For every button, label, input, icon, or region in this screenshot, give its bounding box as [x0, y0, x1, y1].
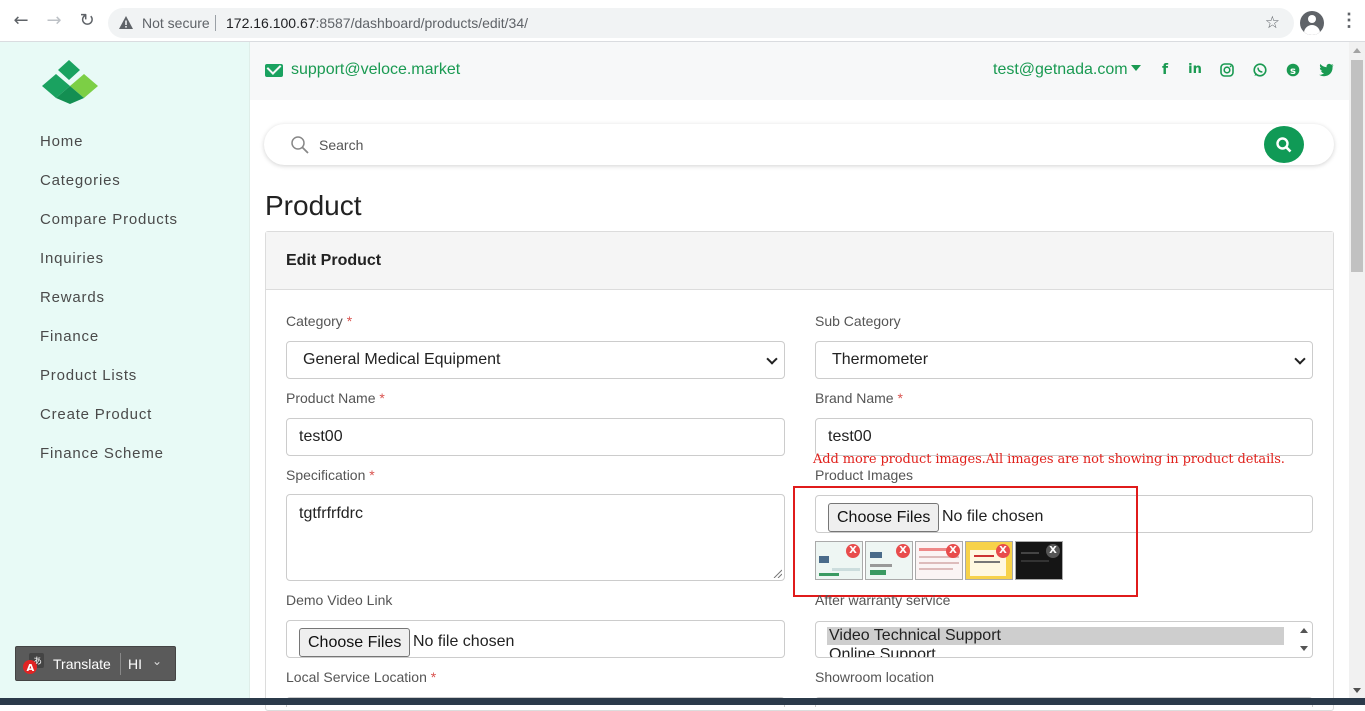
back-icon[interactable]: ← — [11, 11, 31, 31]
search-icon — [291, 136, 309, 154]
after-warranty-listbox[interactable]: Video Technical Support Online Support — [815, 621, 1313, 658]
profile-icon[interactable] — [1300, 11, 1324, 35]
sidebar-item-product-lists[interactable]: Product Lists — [40, 367, 178, 406]
search-button[interactable] — [1264, 126, 1304, 163]
subcategory-label: Sub Category — [815, 313, 901, 329]
bookmark-star-icon[interactable]: ☆ — [1265, 13, 1280, 33]
url-divider — [215, 15, 216, 31]
url-text: 172.16.100.67:8587/dashboard/products/ed… — [226, 15, 528, 31]
browser-toolbar: ← → ↻ Not secure 172.16.100.67:8587/dash… — [0, 0, 1365, 42]
logo[interactable] — [42, 60, 100, 104]
annotation-highlight-box — [793, 486, 1138, 597]
twitter-icon[interactable] — [1319, 63, 1334, 77]
scroll-down-icon[interactable] — [1300, 646, 1308, 651]
sidebar-item-create-product[interactable]: Create Product — [40, 406, 178, 445]
after-warranty-label: After warranty service — [815, 592, 951, 608]
sidebar-item-compare-products[interactable]: Compare Products — [40, 211, 178, 250]
forward-icon[interactable]: → — [44, 11, 64, 31]
showroom-label: Showroom location — [815, 669, 935, 685]
sidebar-item-home[interactable]: Home — [40, 133, 178, 172]
product-name-label: Product Name * — [286, 390, 385, 406]
scroll-up-icon[interactable] — [1353, 48, 1361, 53]
category-value: General Medical Equipment — [303, 351, 501, 368]
category-select[interactable]: General Medical Equipment — [286, 341, 785, 379]
sidebar-item-finance[interactable]: Finance — [40, 328, 178, 367]
instagram-icon[interactable] — [1220, 63, 1234, 77]
page-scrollbar[interactable] — [1349, 42, 1365, 705]
warning-icon — [119, 16, 133, 29]
chevron-down-icon — [766, 353, 778, 365]
svg-text:s: s — [1290, 66, 1296, 77]
url-host: 172.16.100.67 — [226, 15, 316, 31]
linkedin-icon[interactable]: in — [1186, 62, 1204, 77]
os-taskbar — [0, 698, 1365, 705]
search-icon — [1276, 137, 1292, 153]
envelope-icon — [265, 64, 283, 77]
sidebar-item-finance-scheme[interactable]: Finance Scheme — [40, 445, 178, 484]
support-email-link[interactable]: support@veloce.market — [291, 61, 460, 79]
browser-menu-icon[interactable]: ⋮ — [1340, 10, 1358, 30]
no-file-text: No file chosen — [413, 633, 515, 650]
scroll-down-icon[interactable] — [1353, 688, 1361, 693]
brand-name-label: Brand Name * — [815, 390, 903, 406]
listbox-option[interactable]: Online Support — [827, 646, 1284, 657]
address-bar[interactable]: Not secure 172.16.100.67:8587/dashboard/… — [108, 8, 1294, 38]
chevron-down-icon[interactable]: ⌄ — [152, 654, 162, 668]
user-email: test@getnada.com — [993, 61, 1128, 78]
demo-video-file-input[interactable]: Choose Files No file chosen — [286, 620, 785, 658]
skype-icon[interactable]: s — [1286, 63, 1300, 77]
local-service-label: Local Service Location * — [286, 669, 437, 685]
listbox-option[interactable]: Video Technical Support — [827, 627, 1284, 645]
annotation-note: Add more product images.All images are n… — [813, 452, 1285, 467]
subcategory-value: Thermometer — [832, 351, 929, 368]
svg-text:A: A — [27, 663, 35, 674]
caret-down-icon — [1130, 65, 1141, 71]
scrollbar-thumb[interactable] — [1351, 60, 1363, 272]
translate-icon: あ A — [23, 653, 44, 674]
translate-widget[interactable]: あ A Translate HI ⌄ — [15, 646, 176, 681]
translate-label: Translate — [53, 656, 111, 672]
search-bar — [264, 124, 1334, 165]
reload-icon[interactable]: ↻ — [77, 11, 97, 31]
sidebar-item-rewards[interactable]: Rewards — [40, 289, 178, 328]
specification-textarea[interactable]: tgtfrfrfdrc — [286, 494, 785, 581]
user-menu[interactable]: test@getnada.com — [993, 61, 1141, 79]
scroll-up-icon[interactable] — [1300, 628, 1308, 633]
specification-value: tgtfrfrfdrc — [299, 505, 364, 522]
card-title: Edit Product — [286, 252, 382, 269]
top-contact-bar: support@veloce.market test@getnada.com f… — [250, 42, 1349, 100]
product-images-label: Product Images — [815, 467, 914, 483]
resize-handle-icon[interactable] — [772, 568, 782, 578]
translate-language[interactable]: HI — [128, 656, 142, 672]
sidebar: Home Categories Compare Products Inquiri… — [0, 42, 250, 705]
choose-files-button[interactable]: Choose Files — [299, 628, 411, 657]
search-input[interactable] — [319, 134, 1219, 156]
subcategory-select[interactable]: Thermometer — [815, 341, 1313, 379]
translate-divider — [120, 653, 121, 675]
chevron-down-icon — [1294, 353, 1306, 365]
demo-video-label: Demo Video Link — [286, 592, 393, 608]
page-title: Product — [265, 190, 362, 221]
whatsapp-icon[interactable] — [1253, 63, 1267, 77]
security-status: Not secure — [142, 15, 210, 31]
sidebar-item-categories[interactable]: Categories — [40, 172, 178, 211]
brand-name-input[interactable]: test00 — [815, 418, 1313, 456]
sidebar-menu: Home Categories Compare Products Inquiri… — [40, 133, 178, 484]
category-label: Category * — [286, 313, 353, 329]
card-header: Edit Product — [266, 232, 1333, 290]
facebook-icon[interactable]: f — [1156, 62, 1174, 78]
specification-label: Specification * — [286, 467, 375, 483]
url-path: :8587/dashboard/products/edit/34/ — [315, 15, 529, 31]
sidebar-item-inquiries[interactable]: Inquiries — [40, 250, 178, 289]
product-name-input[interactable]: test00 — [286, 418, 785, 456]
